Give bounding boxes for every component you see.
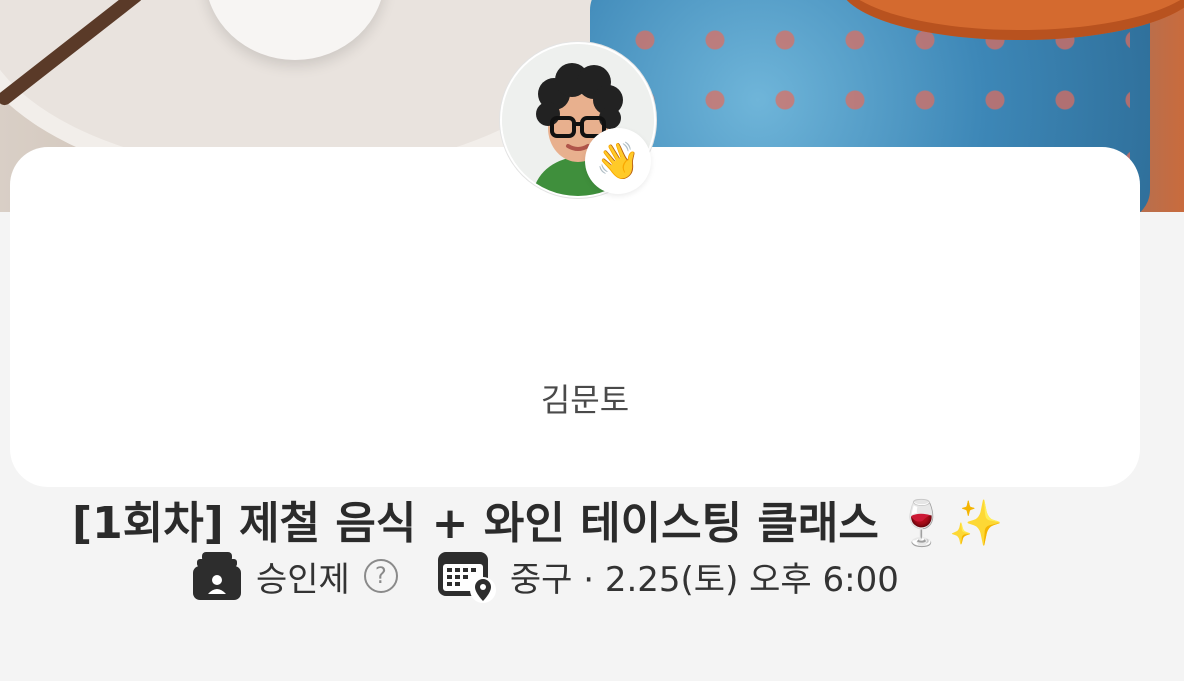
calendar-location-icon — [436, 548, 498, 604]
waving-hand-icon: 👋 — [585, 128, 651, 194]
host-name[interactable]: 김문토 — [10, 375, 1160, 421]
event-meta: 승인제 ? 중구 · 2.25(토) 오후 6:00 — [192, 548, 899, 604]
approval-label: 승인제 — [256, 559, 350, 600]
approval-tray-icon — [192, 550, 242, 602]
event-card: 김문토 [1회차] 제철 음식 + 와인 테이스팅 클래스 🍷✨ — [10, 147, 1140, 549]
event-schedule: 중구 · 2.25(토) 오후 6:00 — [509, 559, 899, 600]
event-title: [1회차] 제철 음식 + 와인 테이스팅 클래스 🍷✨ — [72, 498, 1004, 549]
help-icon[interactable]: ? — [363, 559, 398, 593]
